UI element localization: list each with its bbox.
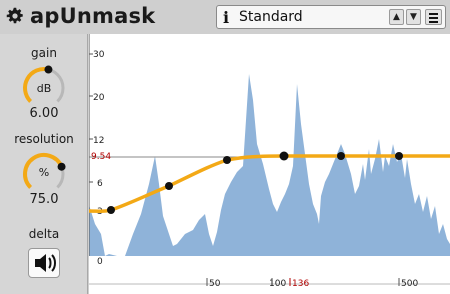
app-title: apUnmask [30,4,156,28]
resolution-unit: % [38,166,50,179]
curve-node-1[interactable] [107,206,115,214]
info-icon[interactable]: i [223,8,229,27]
control-panel: gain dB 6.00 resolution % 75.0 delta [0,34,88,294]
y-tick-30: 30 [93,50,105,60]
y-tick-20: 20 [93,93,105,103]
delta-label: delta [28,227,60,241]
preset-selector[interactable]: i Standard ▲ ▼ [216,5,446,29]
menu-icon[interactable] [425,9,442,25]
x-tick-50: 50 [209,279,221,289]
gear-icon[interactable] [6,7,24,25]
curve-node-6[interactable] [395,152,403,160]
x-tick-100: 100 [269,279,286,289]
x-axis: 50 100 136 500 [89,278,450,289]
spectrum-svg[interactable]: 30 20 12 9.54 6 3 0 50 100 136 500 [89,34,450,294]
preset-down-button[interactable]: ▼ [406,9,421,25]
x-tick-500: 500 [401,279,418,289]
spectrum-area [89,74,450,256]
speaker-icon [35,254,56,272]
preset-up-button[interactable]: ▲ [389,9,404,25]
curve-node-4[interactable] [279,151,289,161]
gain-knob-handle[interactable] [44,65,53,74]
y-tick-threshold: 9.54 [91,152,111,162]
y-tick-6: 6 [97,179,103,189]
curve-node-3[interactable] [223,156,231,164]
resolution-label: resolution [14,132,74,146]
gain-label: gain [31,46,57,60]
x-tick-136: 136 [292,279,309,289]
preset-name[interactable]: Standard [239,9,303,25]
delta-button[interactable] [28,248,60,278]
y-tick-12: 12 [93,136,104,146]
gain-value: 6.00 [29,106,59,121]
plugin-window: apUnmask i Standard ▲ ▼ gain dB 6.00 res… [0,0,450,294]
resolution-value: 75.0 [29,192,59,207]
curve-node-2[interactable] [165,182,173,190]
y-tick-0: 0 [97,257,103,267]
header-bar: apUnmask i Standard ▲ ▼ [0,0,450,34]
curve-node-5[interactable] [337,152,345,160]
spectrum-plot[interactable]: 30 20 12 9.54 6 3 0 50 100 136 500 [89,34,450,294]
gain-unit: dB [36,82,52,95]
